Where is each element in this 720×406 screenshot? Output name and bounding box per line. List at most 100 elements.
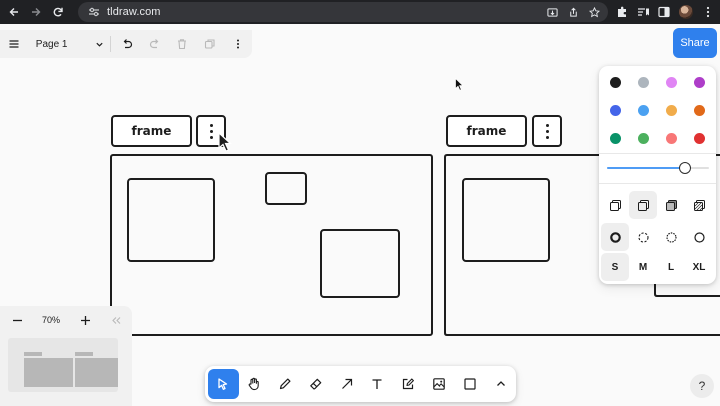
size-row: S M L XL — [601, 253, 714, 281]
undo-button[interactable] — [113, 30, 141, 58]
color-dot — [609, 132, 621, 144]
draw-tool[interactable] — [270, 369, 301, 399]
site-settings-icon[interactable] — [88, 6, 100, 18]
eraser-tool[interactable] — [300, 369, 331, 399]
fill-semi-icon — [637, 199, 649, 211]
more-tools-button[interactable] — [485, 369, 516, 399]
address-bar[interactable]: tldraw.com — [78, 2, 608, 22]
text-tool[interactable] — [362, 369, 393, 399]
size-xl-button[interactable]: XL — [685, 253, 713, 281]
dash-dotted-icon — [665, 231, 677, 243]
size-s-button[interactable]: S — [601, 253, 629, 281]
dash-dashed-button[interactable] — [629, 223, 657, 251]
delete-button[interactable] — [169, 30, 197, 58]
frame-2-label[interactable]: frame — [446, 115, 527, 147]
hamburger-menu-icon — [9, 40, 19, 48]
back-button[interactable] — [3, 0, 25, 24]
url-text: tldraw.com — [107, 6, 161, 18]
dash-style-row — [601, 223, 714, 251]
dash-solid-button[interactable] — [685, 223, 713, 251]
duplicate-button[interactable] — [196, 30, 224, 58]
frame-1-square-large — [127, 178, 215, 262]
help-button[interactable]: ? — [690, 374, 714, 398]
forward-button[interactable] — [25, 0, 47, 24]
reload-icon — [53, 7, 63, 17]
frame-1-label[interactable]: frame — [111, 115, 192, 147]
rectangle-tool-icon — [464, 378, 476, 390]
page-menu-button[interactable]: Page 1 — [28, 30, 108, 58]
size-l-button[interactable]: L — [657, 253, 685, 281]
select-tool-icon — [218, 378, 228, 390]
minimap[interactable] — [8, 338, 118, 392]
fill-pattern-button[interactable] — [685, 191, 713, 219]
select-tool[interactable] — [208, 369, 239, 399]
extensions-puzzle-icon[interactable] — [616, 6, 628, 18]
share-page-icon[interactable] — [568, 7, 579, 18]
minimap-frame-2-label — [75, 352, 93, 356]
pointer-cursor-icon — [218, 132, 232, 152]
color-swatch-yellow[interactable] — [657, 96, 685, 124]
zoom-out-button[interactable] — [0, 308, 34, 332]
profile-avatar[interactable] — [679, 5, 693, 19]
more-actions-button[interactable] — [224, 30, 252, 58]
fill-solid-button[interactable] — [657, 191, 685, 219]
color-dot — [637, 104, 649, 116]
color-swatch-blue[interactable] — [601, 96, 629, 124]
color-swatch-green[interactable] — [601, 124, 629, 152]
opacity-fill — [607, 167, 685, 169]
opacity-slider[interactable] — [607, 160, 709, 176]
side-panel-icon[interactable] — [658, 6, 670, 18]
note-tool[interactable] — [393, 369, 424, 399]
share-button[interactable]: Share — [673, 28, 717, 58]
color-swatch-orange[interactable] — [685, 96, 713, 124]
fill-none-button[interactable] — [601, 191, 629, 219]
opacity-thumb[interactable] — [679, 162, 691, 174]
zoom-controls: 70% — [0, 308, 132, 332]
frame-1-square-bottom — [320, 229, 400, 298]
redo-button[interactable] — [141, 30, 169, 58]
dash-dotted-button[interactable] — [657, 223, 685, 251]
color-swatch-red[interactable] — [685, 124, 713, 152]
vertical-dots-icon — [545, 123, 549, 139]
minimap-frame-1-label — [24, 352, 42, 356]
main-menu-panel: Page 1 — [0, 30, 252, 58]
arrow-tool[interactable] — [331, 369, 362, 399]
fill-pattern-icon — [693, 199, 705, 211]
hand-tool[interactable] — [239, 369, 270, 399]
page-name: Page 1 — [35, 38, 68, 50]
media-tool[interactable] — [424, 369, 455, 399]
color-swatch-light-green[interactable] — [629, 124, 657, 152]
color-dot — [609, 76, 621, 88]
size-m-button[interactable]: M — [629, 253, 657, 281]
minimap-frame-1 — [24, 358, 73, 387]
bookmark-star-icon[interactable] — [589, 6, 600, 18]
color-dot — [665, 104, 677, 116]
color-swatch-light-red[interactable] — [657, 124, 685, 152]
color-swatch-violet[interactable] — [685, 68, 713, 96]
duplicate-icon — [205, 39, 215, 49]
color-swatch-light-violet[interactable] — [657, 68, 685, 96]
main-menu-button[interactable] — [0, 30, 28, 58]
fill-semi-button[interactable] — [629, 191, 657, 219]
main-toolbar — [205, 366, 516, 402]
style-divider — [599, 153, 716, 154]
zoom-in-button[interactable] — [68, 308, 102, 332]
frame-2-label-text: frame — [466, 124, 507, 138]
reading-list-icon[interactable] — [637, 6, 649, 18]
install-app-icon[interactable] — [547, 7, 558, 18]
color-swatch-light-blue[interactable] — [629, 96, 657, 124]
color-swatch-grey[interactable] — [629, 68, 657, 96]
dash-draw-icon — [609, 231, 621, 243]
chevron-down-icon — [96, 42, 103, 47]
reload-button[interactable] — [47, 0, 69, 24]
minus-icon — [12, 319, 22, 321]
browser-toolbar: tldraw.com — [0, 0, 720, 24]
dash-dashed-icon — [637, 231, 649, 243]
frame-2-menu-button[interactable] — [532, 115, 562, 147]
zoom-level[interactable]: 70% — [34, 315, 68, 325]
color-swatch-black[interactable] — [601, 68, 629, 96]
collapse-minimap-button[interactable] — [102, 308, 130, 332]
dash-draw-button[interactable] — [601, 223, 629, 251]
rectangle-tool[interactable] — [454, 369, 485, 399]
chrome-menu-icon[interactable] — [702, 6, 714, 18]
